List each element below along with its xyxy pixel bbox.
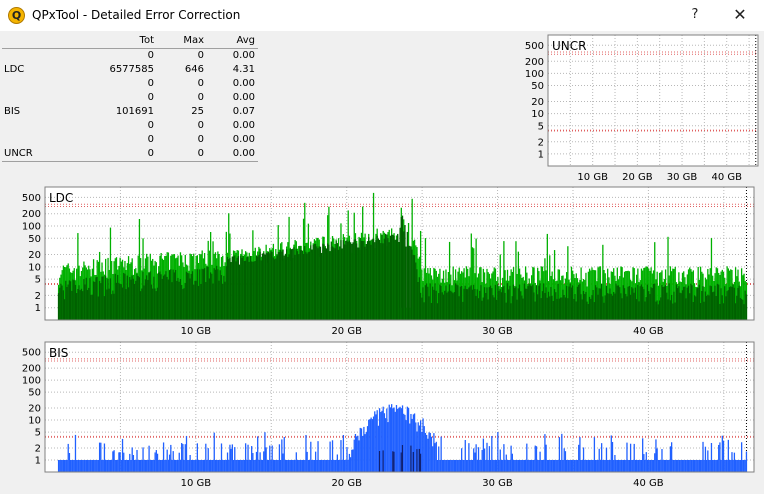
- x-tick-label: 40 GB: [633, 326, 664, 337]
- y-tick-label: 100: [525, 69, 544, 80]
- y-tick-label: 100: [22, 376, 41, 387]
- y-tick-label: 2: [538, 137, 544, 148]
- y-tick-label: 50: [531, 81, 544, 92]
- x-tick-label: 40 GB: [633, 478, 664, 489]
- x-tick-label: 10 GB: [181, 478, 212, 489]
- y-tick-label: 1: [538, 149, 544, 160]
- x-tick-label: 30 GB: [482, 478, 513, 489]
- y-tick-label: 2: [35, 291, 41, 302]
- y-tick-label: 10: [28, 262, 41, 273]
- x-tick-label: 40 GB: [711, 172, 742, 183]
- y-tick-label: 5: [35, 275, 41, 286]
- y-tick-label: 200: [22, 364, 41, 375]
- x-tick-label: 20 GB: [331, 326, 362, 337]
- x-tick-label: 20 GB: [331, 478, 362, 489]
- y-tick-label: 5: [538, 121, 544, 132]
- y-tick-label: 200: [22, 209, 41, 220]
- chart-title: LDC: [49, 191, 73, 205]
- chart-title: UNCR: [552, 39, 586, 53]
- x-tick-label: 20 GB: [622, 172, 653, 183]
- x-tick-label: 10 GB: [181, 326, 212, 337]
- y-tick-label: 200: [525, 57, 544, 68]
- x-tick-label: 10 GB: [577, 172, 608, 183]
- y-tick-label: 20: [28, 250, 41, 261]
- y-tick-label: 50: [28, 388, 41, 399]
- y-tick-label: 500: [22, 348, 41, 359]
- y-tick-label: 10: [531, 109, 544, 120]
- y-tick-label: 100: [22, 221, 41, 232]
- y-tick-label: 20: [531, 97, 544, 108]
- y-tick-label: 500: [22, 193, 41, 204]
- y-tick-label: 1: [35, 303, 41, 314]
- y-tick-label: 2: [35, 443, 41, 454]
- y-tick-label: 50: [28, 234, 41, 245]
- x-tick-label: 30 GB: [482, 326, 513, 337]
- error-charts: 50020010050201052110 GB 20 GB 30 GB 40 GBUN…: [22, 34, 759, 489]
- y-tick-label: 1: [35, 455, 41, 466]
- y-tick-label: 20: [28, 404, 41, 415]
- chart-title: BIS: [49, 346, 68, 360]
- y-tick-label: 500: [525, 41, 544, 52]
- x-tick-label: 30 GB: [667, 172, 698, 183]
- y-tick-label: 5: [35, 428, 41, 439]
- y-tick-label: 10: [28, 416, 41, 427]
